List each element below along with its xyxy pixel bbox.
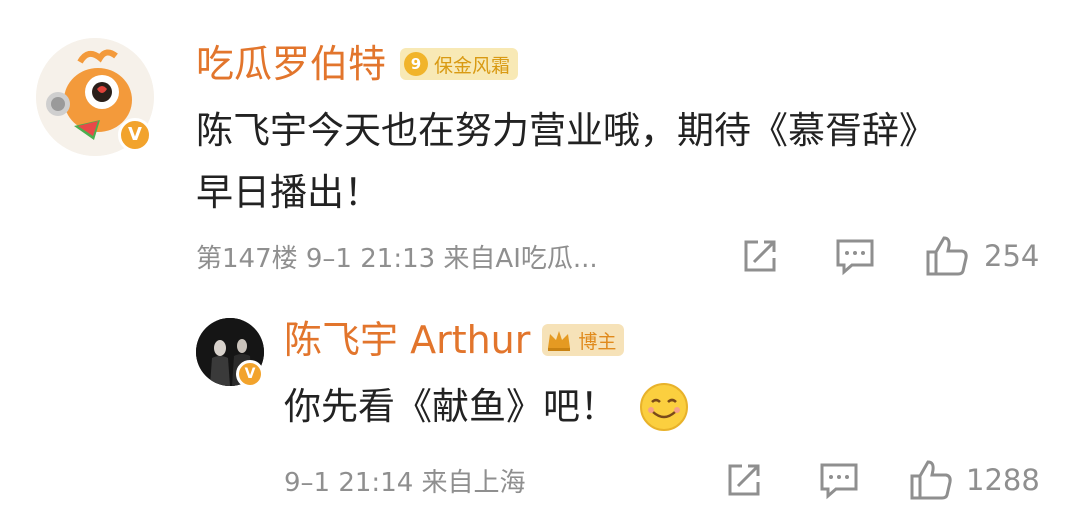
- comment-text: 陈飞宇今天也在努力营业哦，期待《慕胥辞》 早日播出！: [196, 100, 1056, 224]
- like-count: 1288: [966, 463, 1040, 497]
- badge-level: 9: [404, 52, 429, 76]
- comment-icon: [836, 239, 874, 276]
- like-button[interactable]: 254: [924, 234, 1039, 278]
- share-button[interactable]: [740, 236, 780, 276]
- username[interactable]: 吃瓜罗伯特: [196, 42, 386, 86]
- reply-header: 陈飞宇 Arthur 博主: [284, 318, 625, 362]
- comment-icon: [820, 463, 858, 500]
- comment-header: 吃瓜罗伯特 9 保金风霜: [196, 42, 519, 86]
- badge-label: 博主: [578, 330, 617, 353]
- like-button[interactable]: 1288: [908, 458, 1040, 502]
- like-icon: [926, 236, 968, 276]
- share-button[interactable]: [724, 460, 764, 500]
- reply-username[interactable]: 陈飞宇 Arthur: [284, 318, 530, 362]
- badge-label: 保金风霜: [434, 54, 511, 77]
- blogger-badge[interactable]: 博主: [542, 324, 625, 356]
- like-count: 254: [984, 239, 1040, 273]
- smile-emoji-icon: [640, 383, 688, 431]
- like-icon: [910, 460, 952, 500]
- reply-meta: 9–1 21:14 来自上海: [284, 468, 526, 498]
- comment-text-line-1: 陈飞宇今天也在努力营业哦，期待《慕胥辞》: [196, 109, 936, 152]
- comment-button[interactable]: [818, 460, 860, 500]
- share-icon: [728, 464, 760, 496]
- reply-text: 你先看《献鱼》吧！: [284, 385, 617, 428]
- reply-text-row: 你先看《献鱼》吧！: [284, 376, 689, 438]
- fan-badge[interactable]: 9 保金风霜: [400, 48, 519, 80]
- comment-button[interactable]: [834, 236, 876, 276]
- comment-text-line-2: 早日播出！: [196, 171, 381, 214]
- verified-badge-icon: V: [118, 118, 152, 152]
- verified-badge-icon: V: [236, 360, 264, 388]
- crown-icon: [548, 331, 571, 351]
- share-icon: [744, 240, 776, 272]
- comment-meta: 第147楼 9–1 21:13 来自AI吃瓜...: [196, 244, 598, 274]
